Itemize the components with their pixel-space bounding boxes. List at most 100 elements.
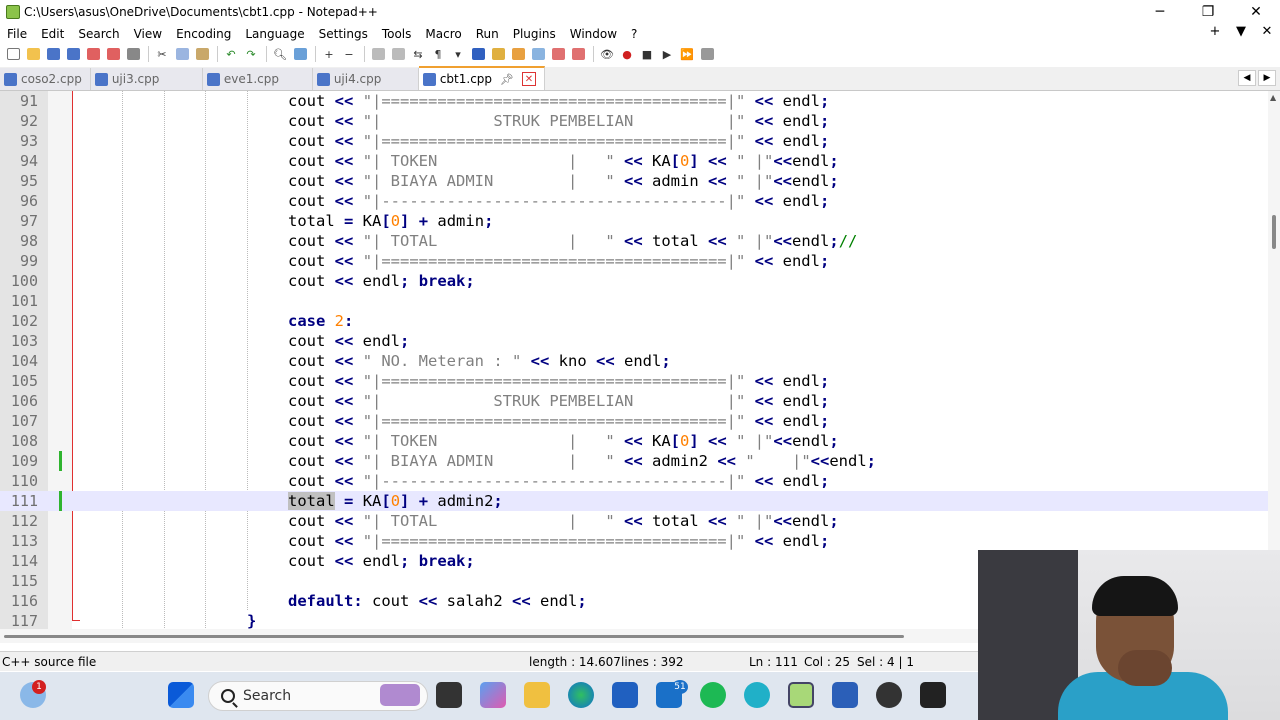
menu-tools[interactable]: Tools	[375, 27, 419, 41]
code-line[interactable]: 103 cout << endl;	[0, 331, 1268, 351]
menu-search[interactable]: Search	[71, 27, 126, 41]
save-macro-icon[interactable]	[698, 46, 716, 62]
obs-icon[interactable]	[876, 682, 902, 708]
maximize-button[interactable]: ❐	[1184, 0, 1232, 24]
folder-workspace-icon[interactable]	[549, 46, 567, 62]
record-macro-icon[interactable]: ●	[618, 46, 636, 62]
code-line[interactable]: 96 cout << "|----------------------------…	[0, 191, 1268, 211]
redo-icon[interactable]: ↷	[242, 46, 260, 62]
copilot-icon[interactable]	[480, 682, 506, 708]
spotify-icon[interactable]	[700, 682, 726, 708]
zoom-in-icon[interactable]: +	[320, 46, 338, 62]
save-icon[interactable]	[44, 46, 62, 62]
code-line[interactable]: 98 cout << "| TOTAL | " << total << " |"<…	[0, 231, 1268, 251]
code-line[interactable]: 109 cout << "| BIAYA ADMIN | " << admin2 …	[0, 451, 1268, 471]
tab-scroll-left-icon[interactable]: ◀	[1238, 70, 1256, 86]
run-macro-multiple-icon[interactable]: ⏩	[678, 46, 696, 62]
menu-macro[interactable]: Macro	[418, 27, 468, 41]
word-wrap-icon[interactable]: ⇆	[409, 46, 427, 62]
task-view-icon[interactable]	[436, 682, 462, 708]
show-all-chars-icon[interactable]: ¶	[429, 46, 447, 62]
sync-vertical-icon[interactable]	[369, 46, 387, 62]
code-line[interactable]: 95 cout << "| BIAYA ADMIN | " << admin <<…	[0, 171, 1268, 191]
code-editor[interactable]: 91 cout << "|============================…	[0, 91, 1268, 629]
horizontal-scroll-thumb[interactable]	[4, 635, 904, 638]
menu-plugins[interactable]: Plugins	[506, 27, 563, 41]
code-line[interactable]: 111 total = KA[0] + admin2;	[0, 491, 1268, 511]
file-explorer-icon[interactable]	[524, 682, 550, 708]
pin-icon[interactable]: 📌︎	[500, 73, 514, 86]
tab-close-icon[interactable]: ✕	[522, 72, 536, 86]
replace-icon[interactable]	[291, 46, 309, 62]
stop-macro-icon[interactable]: ■	[638, 46, 656, 62]
vertical-scroll-thumb[interactable]	[1272, 215, 1276, 249]
print-icon[interactable]	[124, 46, 142, 62]
close-file-icon[interactable]	[84, 46, 102, 62]
notepadpp-taskbar-icon[interactable]	[788, 682, 814, 708]
tab-uji4[interactable]: uji4.cpp	[312, 68, 419, 90]
code-line[interactable]: 104 cout << " NO. Meteran : " << kno << e…	[0, 351, 1268, 371]
paste-icon[interactable]	[193, 46, 211, 62]
code-line[interactable]: 107 cout << "|===========================…	[0, 411, 1268, 431]
udl-icon[interactable]	[489, 46, 507, 62]
new-file-icon[interactable]	[4, 46, 22, 62]
menu-file[interactable]: File	[0, 27, 34, 41]
minimize-button[interactable]: ─	[1136, 0, 1184, 24]
monitoring-eye-icon[interactable]: 👁︎	[598, 46, 616, 62]
code-line[interactable]: 106 cout << "| STRUK PEMBELIAN |" << endl…	[0, 391, 1268, 411]
code-line[interactable]: 112 cout << "| TOTAL | " << total << " |"…	[0, 511, 1268, 531]
function-list-icon[interactable]	[529, 46, 547, 62]
zoom-out-icon[interactable]: −	[340, 46, 358, 62]
terminal-icon[interactable]	[920, 682, 946, 708]
word-icon[interactable]	[832, 682, 858, 708]
code-line[interactable]: 94 cout << "| TOKEN | " << KA[0] << " |"<…	[0, 151, 1268, 171]
tab-scroll-right-icon[interactable]: ▶	[1258, 70, 1276, 86]
code-line[interactable]: 102 case 2:	[0, 311, 1268, 331]
tab-coso2[interactable]: coso2.cpp	[0, 68, 91, 90]
undo-icon[interactable]: ↶	[222, 46, 240, 62]
tab-eve1[interactable]: eve1.cpp	[202, 68, 313, 90]
tab-uji3[interactable]: uji3.cpp	[90, 68, 203, 90]
code-line[interactable]: 110 cout << "|---------------------------…	[0, 471, 1268, 491]
code-line[interactable]: 92 cout << "| STRUK PEMBELIAN |" << endl;	[0, 111, 1268, 131]
vertical-scrollbar[interactable]: ▲ ▼	[1268, 91, 1280, 629]
menu-edit[interactable]: Edit	[34, 27, 71, 41]
start-icon[interactable]	[168, 682, 194, 708]
close-button[interactable]: ✕	[1232, 0, 1280, 24]
cut-icon[interactable]: ✂	[153, 46, 171, 62]
code-line[interactable]: 101	[0, 291, 1268, 311]
copy-icon[interactable]	[173, 46, 191, 62]
code-line[interactable]: 113 cout << "|===========================…	[0, 531, 1268, 551]
tab-cbt1[interactable]: cbt1.cpp 📌︎ ✕	[418, 66, 545, 90]
menu-encoding[interactable]: Encoding	[169, 27, 238, 41]
code-line[interactable]: 108 cout << "| TOKEN | " << KA[0] << " |"…	[0, 431, 1268, 451]
tab-list-button[interactable]: ▼	[1228, 24, 1254, 39]
play-macro-icon[interactable]: ▶	[658, 46, 676, 62]
new-tab-button[interactable]: +	[1202, 24, 1228, 39]
close-all-icon[interactable]	[104, 46, 122, 62]
menu-settings[interactable]: Settings	[312, 27, 375, 41]
scroll-up-icon[interactable]: ▲	[1270, 93, 1276, 102]
doc-map-icon[interactable]	[509, 46, 527, 62]
canva-icon[interactable]	[744, 682, 770, 708]
edge-icon[interactable]	[568, 682, 594, 708]
code-line[interactable]: 100 cout << endl; break;	[0, 271, 1268, 291]
close-doc-button[interactable]: ✕	[1254, 24, 1280, 39]
store-icon[interactable]	[612, 682, 638, 708]
menu-language[interactable]: Language	[238, 27, 311, 41]
code-line[interactable]: 105 cout << "|===========================…	[0, 371, 1268, 391]
menu-view[interactable]: View	[127, 27, 169, 41]
sync-horizontal-icon[interactable]	[389, 46, 407, 62]
save-all-icon[interactable]	[64, 46, 82, 62]
menu-help[interactable]: ?	[624, 27, 644, 41]
indent-guide-icon[interactable]	[469, 46, 487, 62]
code-line[interactable]: 97 total = KA[0] + admin;	[0, 211, 1268, 231]
menu-window[interactable]: Window	[563, 27, 624, 41]
menu-run[interactable]: Run	[469, 27, 506, 41]
code-line[interactable]: 91 cout << "|============================…	[0, 91, 1268, 111]
open-file-icon[interactable]	[24, 46, 42, 62]
code-line[interactable]: 93 cout << "|============================…	[0, 131, 1268, 151]
dropdown-icon[interactable]: ▾	[449, 46, 467, 62]
find-icon[interactable]: 🔍︎	[271, 46, 289, 62]
code-line[interactable]: 99 cout << "|============================…	[0, 251, 1268, 271]
